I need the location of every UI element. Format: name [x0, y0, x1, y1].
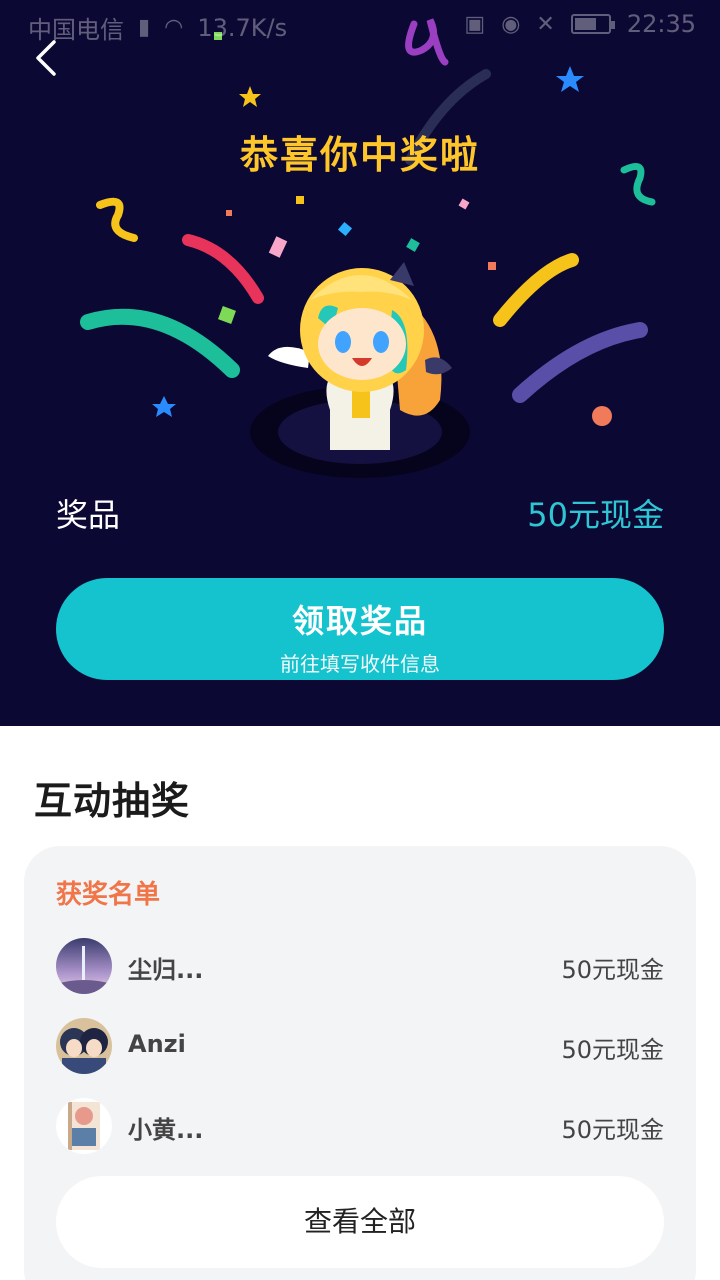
claim-button-title: 领取奖品 — [291, 602, 428, 640]
claim-prize-button[interactable]: 领取奖品 前往填写收件信息 — [56, 578, 664, 680]
battery-icon — [570, 14, 615, 34]
winner-name: 尘归... — [128, 956, 204, 984]
signal-icon: ▮ — [138, 15, 151, 40]
view-all-button[interactable]: 查看全部 — [56, 1176, 664, 1268]
winner-prize: 50元现金 — [561, 1036, 664, 1064]
section-title: 互动抽奖 — [34, 779, 191, 823]
avatar — [56, 938, 112, 994]
claim-button-subtitle: 前往填写收件信息 — [280, 652, 440, 676]
avatar — [56, 1018, 112, 1074]
winner-name: 小黄... — [128, 1116, 204, 1144]
clock: 22:35 — [626, 10, 696, 38]
winner-row[interactable]: 小黄... 50元现金 — [56, 1098, 664, 1158]
hero-banner: 中国电信 ▮ ◠ 13.7K/s ▣ ◉ ✕ 22:35 恭喜你中奖啦 奖品 5… — [0, 0, 720, 726]
prize-value: 50元现金 — [527, 496, 664, 534]
winner-prize: 50元现金 — [561, 956, 664, 984]
network-speed: 13.7K/s — [197, 13, 288, 42]
wifi-icon: ◠ — [164, 15, 184, 40]
winner-name: Anzi — [128, 1030, 186, 1058]
winner-prize: 50元现金 — [561, 1116, 664, 1144]
prize-label: 奖品 — [56, 496, 121, 534]
winners-card: 获奖名单 尘归... 50元现金 Anzi 50元现金 小黄... 50元现金 … — [24, 846, 696, 1280]
winners-heading: 获奖名单 — [56, 880, 161, 910]
mute-icon: ✕ — [536, 11, 555, 37]
nfc-icon: ▣ — [464, 11, 486, 37]
congrats-title: 恭喜你中奖啦 — [239, 133, 480, 177]
back-button[interactable] — [28, 36, 68, 80]
eye-icon: ◉ — [501, 11, 521, 37]
mascot-illustration — [250, 262, 470, 478]
avatar — [56, 1098, 112, 1154]
status-bar: 中国电信 ▮ ◠ 13.7K/s ▣ ◉ ✕ 22:35 — [0, 0, 720, 50]
winner-row[interactable]: 尘归... 50元现金 — [56, 938, 664, 998]
winner-row[interactable]: Anzi 50元现金 — [56, 1018, 664, 1078]
chevron-left-icon — [36, 40, 56, 76]
